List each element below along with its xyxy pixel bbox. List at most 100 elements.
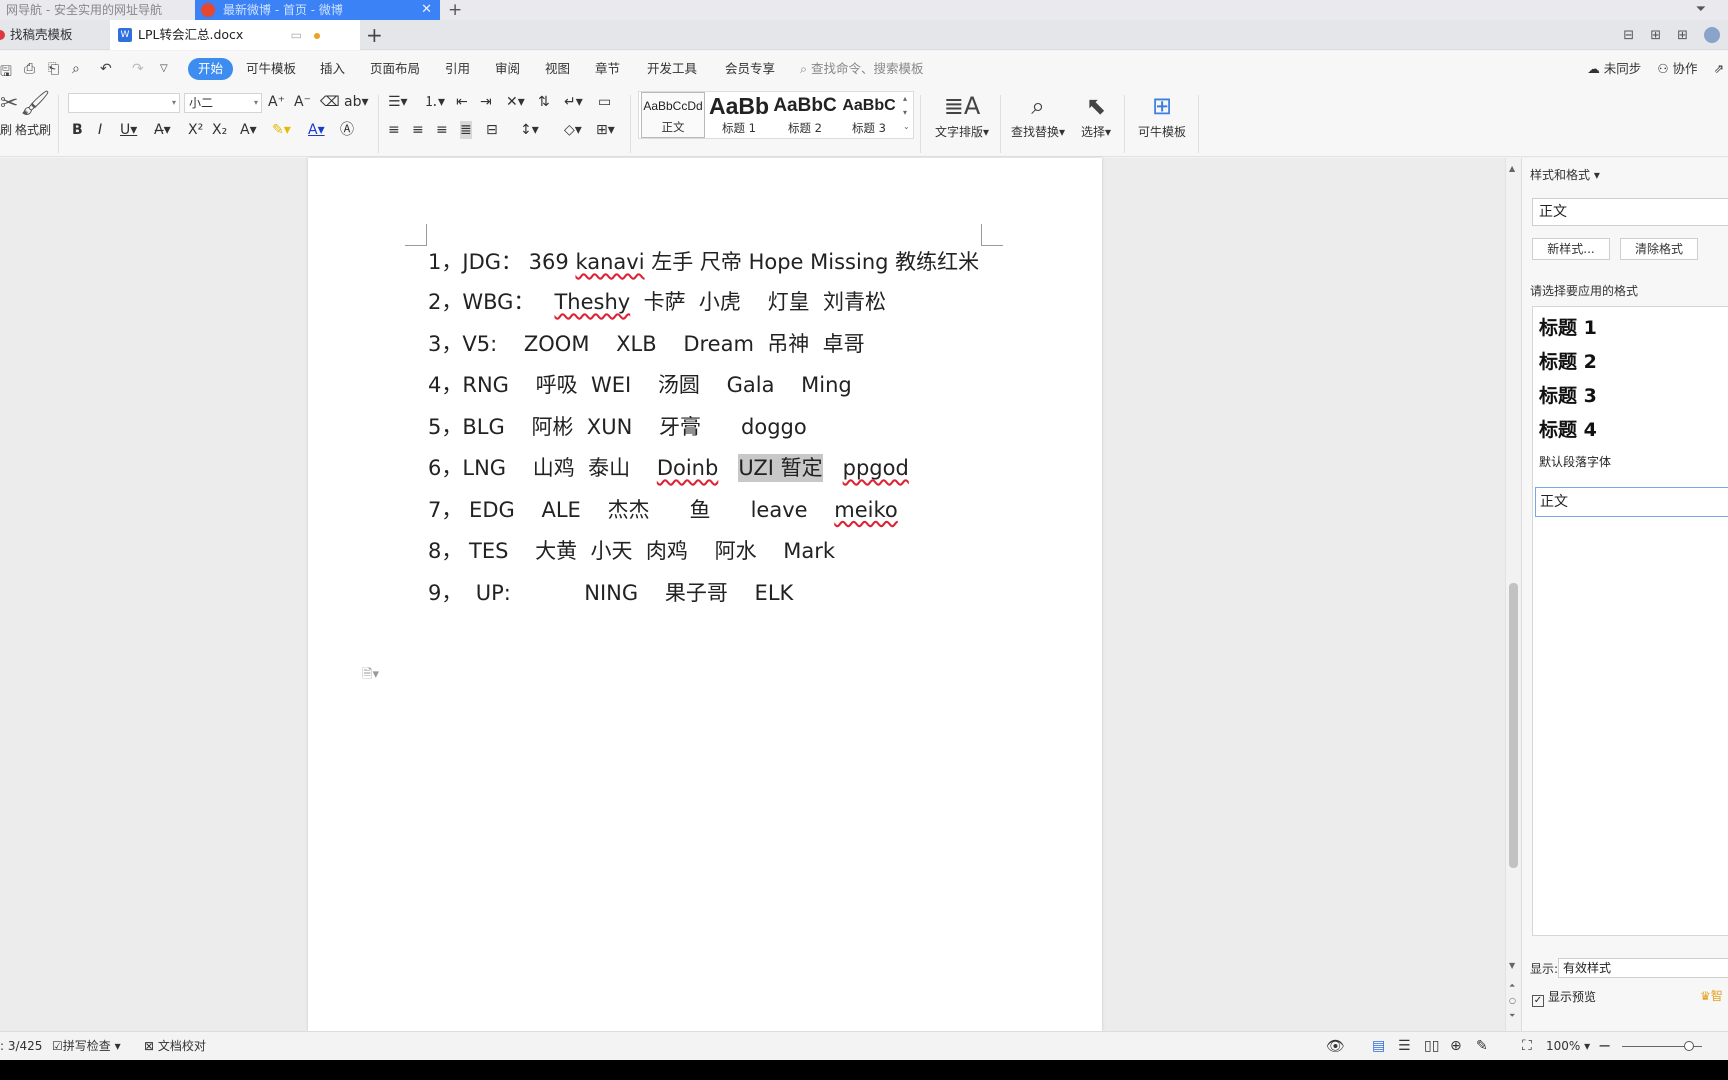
vertical-scrollbar[interactable]: ▲ ▼ ⏶ ○ ⏷ <box>1505 158 1521 1031</box>
doc-tab-template[interactable]: 找稿壳模板 <box>0 20 108 50</box>
new-style-button[interactable]: 新样式... <box>1532 238 1610 260</box>
chevron-up-icon[interactable]: ▴ <box>903 94 907 103</box>
document-line[interactable]: 4，RNG 呼吸 WEI 汤圆 Gala Ming <box>428 365 1028 407</box>
browser-tab-nav[interactable]: 网导航 - 安全实用的网址导航 <box>0 0 190 20</box>
export-pdf-icon[interactable]: ⎙ <box>24 61 35 77</box>
document-page[interactable]: 1，JDG： 369 kanavi 左手 尺帝 Hope Missing 教练红… <box>308 158 1102 1031</box>
zoom-slider-knob[interactable] <box>1684 1041 1694 1051</box>
decrease-indent-icon[interactable]: ⇤ <box>456 93 468 111</box>
show-marks-icon[interactable]: ↵▾ <box>564 93 583 111</box>
clear-format-icon[interactable]: ⌫ <box>320 93 340 111</box>
undo-icon[interactable]: ↶ <box>100 61 112 77</box>
scroll-thumb[interactable] <box>1509 583 1518 868</box>
borders-icon[interactable]: ⊞▾ <box>596 121 615 139</box>
numbered-list-icon[interactable]: ⒈▾ <box>424 93 445 111</box>
text-effect-icon[interactable]: A▾ <box>240 121 257 139</box>
style-heading-1[interactable]: AaBb 标题 1 <box>707 92 771 138</box>
scroll-down-icon[interactable]: ▼ <box>1509 961 1515 970</box>
browser-tab-weibo[interactable]: 最新微博 - 首页 - 微博 ✕ <box>195 0 440 20</box>
scroll-up-icon[interactable]: ▲ <box>1509 164 1515 173</box>
style-item-heading-3[interactable]: 标题 3 <box>1539 381 1597 408</box>
bold-icon[interactable]: B <box>72 121 83 139</box>
menu-references[interactable]: 引用 <box>445 51 470 87</box>
page-count[interactable]: : 3/425 <box>0 1032 42 1060</box>
apps-icon[interactable]: ⊞ <box>1677 28 1688 43</box>
menu-page-layout[interactable]: 页面布局 <box>370 51 420 87</box>
style-item-heading-2[interactable]: 标题 2 <box>1539 347 1597 374</box>
superscript-icon[interactable]: X² <box>188 121 203 139</box>
style-normal[interactable]: AaBbCcDd 正文 <box>641 92 705 138</box>
fit-page-icon[interactable]: ⛶ <box>1522 1032 1532 1060</box>
style-item-heading-1[interactable]: 标题 1 <box>1539 313 1597 340</box>
new-doc-tab-icon[interactable]: + <box>366 20 383 50</box>
outline-view-icon[interactable]: ☰ <box>1398 1032 1411 1060</box>
page-view-icon[interactable]: ▤ <box>1372 1032 1385 1060</box>
italic-icon[interactable]: I <box>98 121 102 139</box>
print-icon[interactable]: ⎗ <box>48 61 59 77</box>
strikethrough-icon[interactable]: A̶▾ <box>154 121 171 139</box>
share-icon[interactable]: ⇗ <box>1714 51 1724 87</box>
cut-icon[interactable]: ✂ <box>0 91 18 116</box>
styles-pane-title[interactable]: 样式和格式 ▾ <box>1530 166 1600 183</box>
show-style-select[interactable]: 有效样式 <box>1558 958 1728 978</box>
menu-home[interactable]: 开始 <box>188 58 234 80</box>
next-page-icon[interactable]: ⏷ <box>1509 1011 1515 1021</box>
collab-button[interactable]: ⚇ 协作 <box>1657 51 1697 87</box>
distributed-icon[interactable]: ⊟ <box>486 121 498 139</box>
style-heading-3[interactable]: AaBbC 标题 3 <box>837 92 901 138</box>
menu-keniu-template[interactable]: 可牛模板 <box>246 51 296 87</box>
shrink-font-icon[interactable]: A⁻ <box>294 93 311 111</box>
chinese-layout-icon[interactable]: ✕▾ <box>506 93 525 111</box>
align-left-icon[interactable]: ≡ <box>388 121 400 139</box>
read-view-icon[interactable]: ▯▯ <box>1424 1032 1439 1060</box>
document-line[interactable]: 2，WBG： Theshy 卡萨 小虎 灯皇 刘青松 <box>428 282 1028 324</box>
sort-icon[interactable]: ⇅ <box>538 93 550 111</box>
document-line[interactable]: 3，V5: ZOOM XLB Dream 吊神 卓哥 <box>428 324 1028 366</box>
style-list[interactable]: 标题 1 标题 2 标题 3 标题 4 默认段落字体 正文 <box>1532 306 1728 936</box>
monitor-icon[interactable]: ▭ <box>291 20 302 50</box>
zoom-out-icon[interactable]: − <box>1598 1032 1611 1060</box>
show-preview-checkbox[interactable]: ✓ 显示预览 <box>1532 988 1596 1007</box>
expand-icon[interactable]: ⌄ <box>903 122 910 131</box>
ruler-icon[interactable]: ▭ <box>598 93 611 111</box>
format-painter-button[interactable]: 格式刷 <box>15 121 51 138</box>
increase-indent-icon[interactable]: ⇥ <box>480 93 492 111</box>
bullet-list-icon[interactable]: ☰▾ <box>388 93 408 111</box>
justify-icon[interactable]: ≣ <box>460 121 472 139</box>
line-spacing-icon[interactable]: ↕▾ <box>520 121 539 139</box>
menu-view[interactable]: 视图 <box>545 51 570 87</box>
document-body[interactable]: 1，JDG： 369 kanavi 左手 尺帝 Hope Missing 教练红… <box>428 242 1028 614</box>
pen-icon[interactable]: ✎ <box>1476 1032 1488 1060</box>
redo-icon[interactable]: ↷ <box>132 61 144 77</box>
close-icon[interactable]: ✕ <box>421 0 432 20</box>
web-view-icon[interactable]: ⊕ <box>1450 1032 1462 1060</box>
sync-button[interactable]: ☁ 未同步 <box>1587 51 1641 87</box>
paragraph-handle-icon[interactable]: 🗎▾ <box>362 665 379 687</box>
doc-proof-button[interactable]: ⊠ 文档校对 <box>144 1032 206 1060</box>
avatar[interactable] <box>1704 27 1720 43</box>
menu-insert[interactable]: 插入 <box>320 51 345 87</box>
clear-format-button[interactable]: 清除格式 <box>1620 238 1698 260</box>
document-line[interactable]: 1，JDG： 369 kanavi 左手 尺帝 Hope Missing 教练红… <box>428 242 1028 282</box>
underline-icon[interactable]: U▾ <box>120 121 137 139</box>
document-line[interactable]: 8， TES 大黄 小天 肉鸡 阿水 Mark <box>428 531 1028 573</box>
grow-font-icon[interactable]: A⁺ <box>268 93 285 111</box>
char-border-icon[interactable]: Ⓐ <box>340 121 354 139</box>
subscript-icon[interactable]: X₂ <box>212 121 227 139</box>
format-painter-icon[interactable]: 🖌 <box>20 89 50 117</box>
keniu-template-button[interactable]: ⊞ 可牛模板 <box>1132 89 1192 140</box>
document-line[interactable]: 9， UP: NING 果子哥 ELK <box>428 573 1028 615</box>
highlight-icon[interactable]: ✎▾ <box>272 121 291 139</box>
select-button[interactable]: ⬉ 选择▾ <box>1076 89 1116 140</box>
document-line[interactable]: 6，LNG 山鸡 泰山 Doinb UZI 暂定 ppgod <box>428 448 1028 490</box>
select-browse-icon[interactable]: ○ <box>1509 996 1516 1005</box>
prev-page-icon[interactable]: ⏶ <box>1509 981 1515 991</box>
layout-icon[interactable]: ⊟ <box>1623 28 1634 43</box>
save-icon[interactable]: 🖫 <box>0 61 12 85</box>
text-layout-button[interactable]: ≣A 文字排版▾ <box>930 89 994 140</box>
zoom-level[interactable]: 100% ▾ <box>1546 1032 1590 1060</box>
spell-check-button[interactable]: ☑拼写检查 ▾ <box>52 1032 121 1060</box>
style-item-heading-4[interactable]: 标题 4 <box>1539 415 1597 442</box>
command-search[interactable]: ⌕ 查找命令、搜索模板 <box>800 51 924 87</box>
chevron-down-icon[interactable]: ▾ <box>903 108 907 117</box>
